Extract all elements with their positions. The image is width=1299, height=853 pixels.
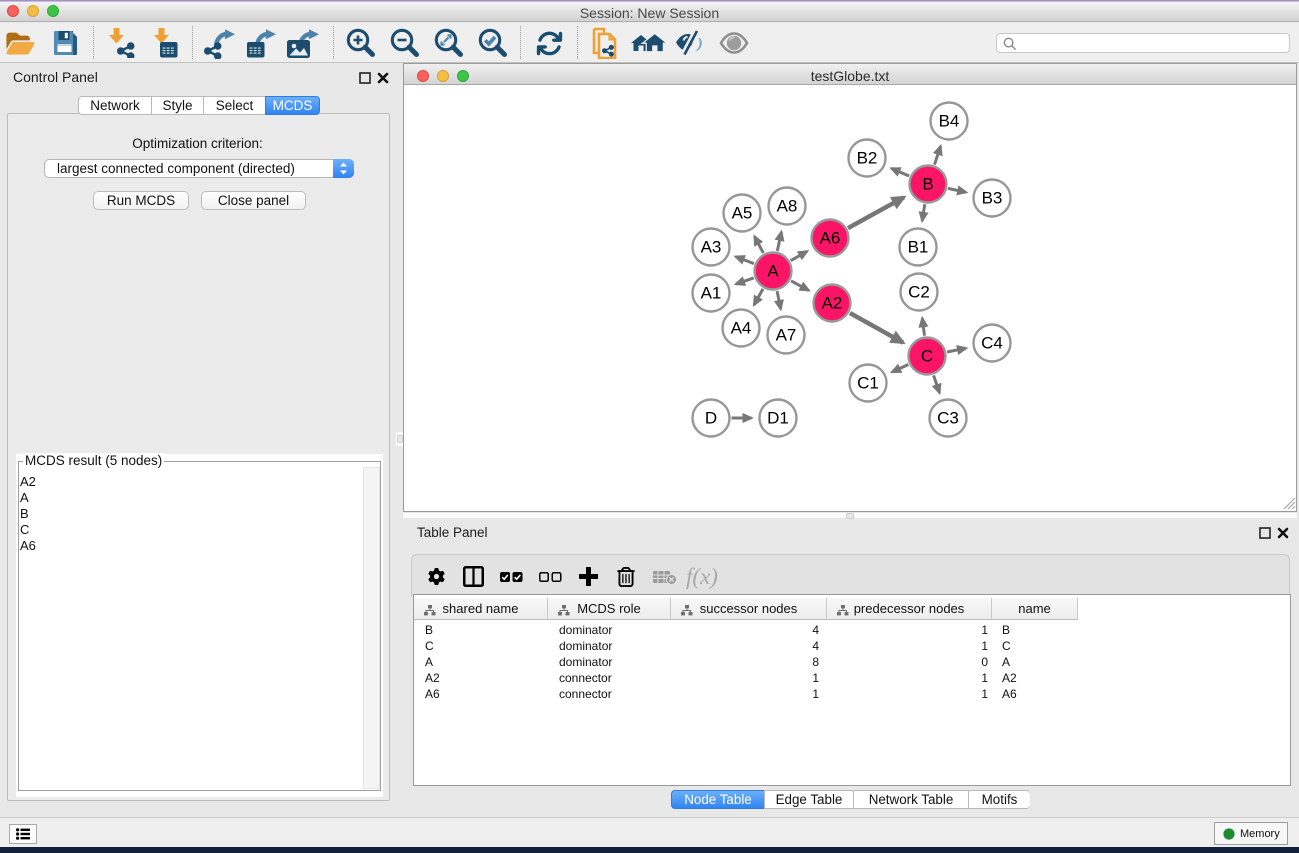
svg-text:A1: A1 [701, 284, 722, 303]
svg-text:A6: A6 [820, 229, 841, 248]
svg-text:C: C [921, 347, 933, 366]
svg-text:C2: C2 [908, 283, 930, 302]
svg-text:B1: B1 [908, 238, 929, 257]
svg-text:A8: A8 [777, 197, 798, 216]
svg-text:A4: A4 [731, 319, 752, 338]
svg-text:A7: A7 [776, 326, 797, 345]
svg-text:A5: A5 [732, 204, 753, 223]
svg-text:B2: B2 [857, 149, 878, 168]
svg-text:D1: D1 [767, 409, 789, 428]
svg-text:B4: B4 [939, 112, 960, 131]
svg-text:D: D [705, 409, 717, 428]
svg-text:A2: A2 [822, 294, 843, 313]
svg-text:C1: C1 [857, 374, 879, 393]
svg-text:C4: C4 [981, 334, 1003, 353]
svg-text:B: B [922, 175, 933, 194]
svg-text:A3: A3 [701, 238, 722, 257]
svg-text:A: A [767, 262, 779, 281]
svg-text:C3: C3 [937, 409, 959, 428]
svg-text:B3: B3 [982, 189, 1003, 208]
